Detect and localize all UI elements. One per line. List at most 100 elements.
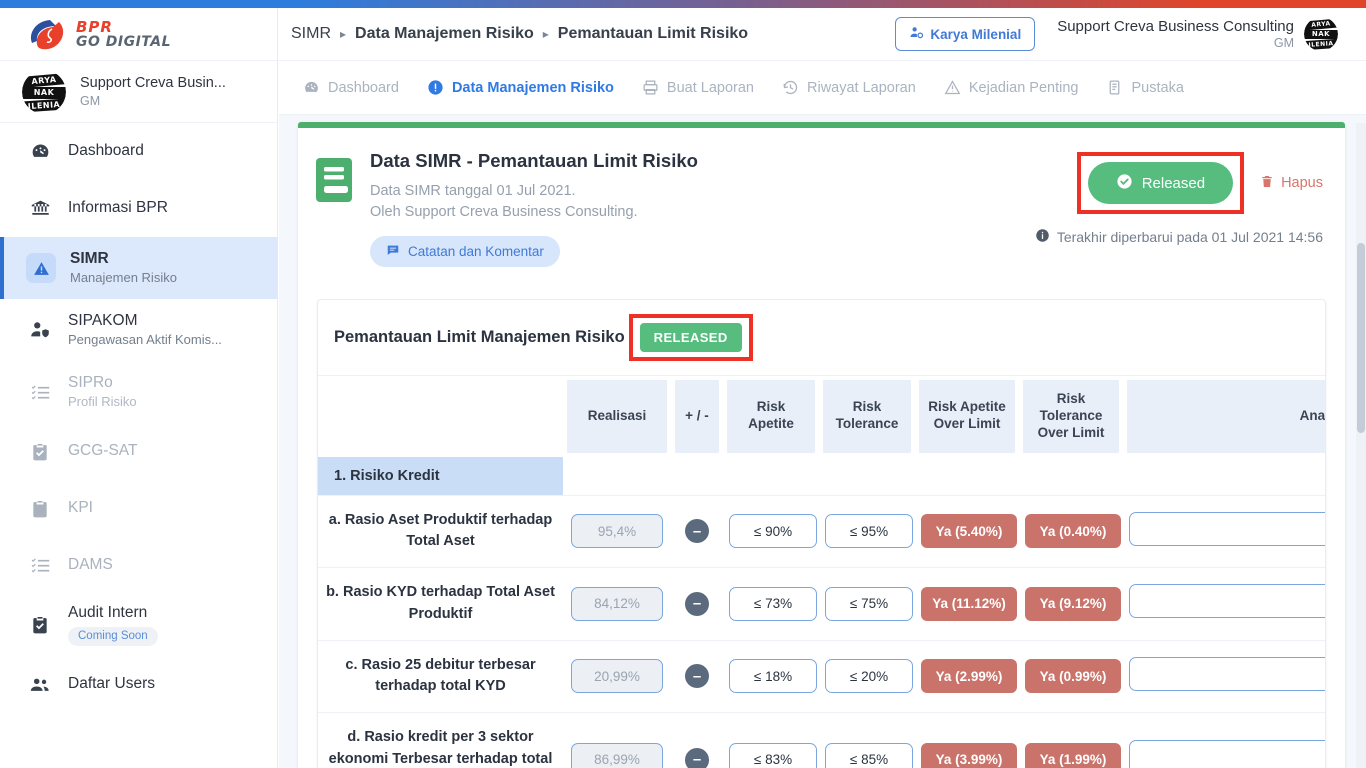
sidebar-item-sublabel: Manajemen Risiko xyxy=(70,270,177,286)
info-circle-icon xyxy=(1035,228,1050,246)
tab-pustaka[interactable]: Pustaka xyxy=(1094,73,1195,102)
main-area: SIMR ▸ Data Manajemen Risiko ▸ Pemantaua… xyxy=(279,8,1366,768)
avatar: ARYA NAK ILENIA xyxy=(22,69,66,114)
tab-label: Pustaka xyxy=(1131,79,1184,96)
sidebar-item-kpi[interactable]: KPI xyxy=(0,480,277,537)
tab-riwayat-laporan[interactable]: Riwayat Laporan xyxy=(770,73,928,102)
tab-label: Data Manajemen Risiko xyxy=(451,79,614,96)
minus-toggle-button[interactable]: – xyxy=(685,519,709,544)
limit-table-scroll[interactable]: Realisasi + / - Risk Apetite Risk Tolera… xyxy=(318,376,1325,768)
breadcrumb-item-1[interactable]: SIMR xyxy=(291,25,331,43)
sidebar-item-dashboard[interactable]: Dashboard xyxy=(0,123,277,180)
cell-risk-apetite-over-limit: Ya (2.99%) xyxy=(915,641,1019,714)
organization-switch-button[interactable]: Karya Milenial xyxy=(895,17,1036,51)
analisis-input[interactable] xyxy=(1129,740,1325,768)
tab-label: Dashboard xyxy=(328,79,399,96)
minus-toggle-button[interactable]: – xyxy=(685,591,709,616)
module-tabs: Dashboard Data Manajemen Risiko Buat Lap… xyxy=(279,61,1366,115)
sidebar-item-simr[interactable]: SIMR Manajemen Risiko xyxy=(0,237,277,299)
card-subtitle-line-2: Oleh Support Creva Business Consulting. xyxy=(370,204,638,221)
risk-apetite-over-limit-badge: Ya (11.12%) xyxy=(921,586,1017,621)
limit-table-title: Pemantauan Limit Manajemen Risiko xyxy=(334,328,625,347)
card-header: Data SIMR - Pemantauan Limit Risiko Data… xyxy=(298,128,1345,268)
clipboard-lines-icon xyxy=(26,499,54,519)
risk-tolerance-input[interactable]: ≤ 75% xyxy=(825,586,913,621)
released-highlight-box: Released xyxy=(1076,152,1245,214)
risk-tolerance-input[interactable]: ≤ 85% xyxy=(825,742,913,768)
column-header-name xyxy=(318,376,563,457)
sidebar-item-label: SIMR xyxy=(70,250,109,268)
avatar-line-3: ILENIA xyxy=(22,97,66,113)
column-header-risk-tolerance-over-limit: Risk Tolerance Over Limit xyxy=(1019,376,1123,457)
risk-apetite-input[interactable]: ≤ 18% xyxy=(729,659,817,694)
card-subtitle-line-1: Data SIMR tanggal 01 Jul 2021. xyxy=(370,183,576,199)
released-badge-highlight-box: RELEASED xyxy=(628,314,753,362)
risk-tolerance-input[interactable]: ≤ 20% xyxy=(825,659,913,694)
analisis-input[interactable] xyxy=(1129,656,1325,691)
sidebar-user[interactable]: ARYA NAK ILENIA Support Creva Busin... G… xyxy=(0,61,277,123)
clipboard-check-icon xyxy=(26,615,54,635)
analisis-input[interactable] xyxy=(1129,511,1325,546)
vertical-scrollbar-track[interactable] xyxy=(1356,123,1366,768)
cell-realisasi: 20,99% xyxy=(563,641,671,714)
sidebar-item-label: KPI xyxy=(68,499,93,517)
minus-toggle-button[interactable]: – xyxy=(685,747,709,768)
risk-apetite-input[interactable]: ≤ 83% xyxy=(729,742,817,768)
table-row: b. Rasio KYD terhadap Total Aset Produkt… xyxy=(318,568,1325,641)
realisasi-input[interactable]: 95,4% xyxy=(571,514,663,549)
breadcrumb-item-2[interactable]: Data Manajemen Risiko xyxy=(355,25,534,43)
checklist-icon xyxy=(26,555,54,576)
realisasi-input[interactable]: 20,99% xyxy=(571,659,663,694)
column-header-realisasi: Realisasi xyxy=(563,376,671,457)
cell-risk-tolerance: ≤ 95% xyxy=(819,496,915,569)
cell-risk-tolerance-over-limit: Ya (0.99%) xyxy=(1019,641,1123,714)
cell-plusminus: – xyxy=(671,641,723,714)
column-header-plusminus: + / - xyxy=(671,376,723,457)
vertical-scrollbar-thumb[interactable] xyxy=(1357,243,1365,433)
minus-toggle-button[interactable]: – xyxy=(685,664,709,689)
status-badge: RELEASED xyxy=(639,323,742,353)
risk-tolerance-input[interactable]: ≤ 95% xyxy=(825,514,913,549)
avatar-line-2: NAK xyxy=(1304,30,1338,39)
sidebar-item-informasi-bpr[interactable]: Informasi BPR xyxy=(0,180,277,237)
topbar-user[interactable]: Support Creva Business Consulting GM ARY… xyxy=(1057,17,1352,51)
user-gear-icon xyxy=(909,25,924,43)
printer-icon xyxy=(642,79,659,96)
row-label: d. Rasio kredit per 3 sektor ekonomi Ter… xyxy=(318,713,563,768)
brand-logo[interactable]: BPR GO DIGITAL xyxy=(0,8,277,61)
sidebar-item-audit-intern[interactable]: Audit Intern Coming Soon xyxy=(0,594,277,656)
tab-dashboard[interactable]: Dashboard xyxy=(291,73,411,102)
sidebar-user-name: Support Creva Busin... xyxy=(80,74,226,91)
table-group-label: 1. Risiko Kredit xyxy=(318,456,563,496)
tab-kejadian-penting[interactable]: Kejadian Penting xyxy=(932,73,1091,102)
avatar-line-1: ARYA xyxy=(22,72,66,88)
risk-apetite-input[interactable]: ≤ 73% xyxy=(729,586,817,621)
hapus-button[interactable]: Hapus xyxy=(1260,174,1323,193)
realisasi-input[interactable]: 84,12% xyxy=(571,586,663,621)
realisasi-input[interactable]: 86,99% xyxy=(571,742,663,768)
sidebar-item-sipakom[interactable]: SIPAKOM Pengawasan Aktif Komis... xyxy=(0,299,277,361)
risk-tolerance-over-limit-badge: Ya (1.99%) xyxy=(1025,742,1121,768)
top-bar: SIMR ▸ Data Manajemen Risiko ▸ Pemantaua… xyxy=(279,8,1366,61)
catatan-dan-komentar-button[interactable]: Catatan dan Komentar xyxy=(370,236,560,268)
risk-apetite-over-limit-badge: Ya (2.99%) xyxy=(921,659,1017,694)
cell-realisasi: 86,99% xyxy=(563,713,671,768)
sidebar-item-dams[interactable]: DAMS xyxy=(0,537,277,594)
book-icon xyxy=(1106,79,1123,96)
tab-label: Kejadian Penting xyxy=(968,79,1079,96)
cell-analisis xyxy=(1123,568,1325,641)
sidebar-item-sipro[interactable]: SIPRo Profil Risiko xyxy=(0,361,277,423)
sidebar-item-gcg-sat[interactable]: GCG-SAT xyxy=(0,423,277,480)
cell-risk-apetite-over-limit: Ya (11.12%) xyxy=(915,568,1019,641)
sidebar-item-daftar-users[interactable]: Daftar Users xyxy=(0,656,277,713)
organization-switch-label: Karya Milenial xyxy=(930,26,1022,42)
tab-buat-laporan[interactable]: Buat Laporan xyxy=(630,73,766,102)
tab-data-manajemen-risiko[interactable]: Data Manajemen Risiko xyxy=(415,73,626,102)
cell-realisasi: 84,12% xyxy=(563,568,671,641)
breadcrumb-item-3[interactable]: Pemantauan Limit Risiko xyxy=(558,25,748,43)
analisis-input[interactable] xyxy=(1129,584,1325,619)
green-book-icon xyxy=(316,158,352,267)
sidebar-item-label: DAMS xyxy=(68,556,113,574)
released-button[interactable]: Released xyxy=(1087,162,1234,204)
risk-apetite-input[interactable]: ≤ 90% xyxy=(729,514,817,549)
